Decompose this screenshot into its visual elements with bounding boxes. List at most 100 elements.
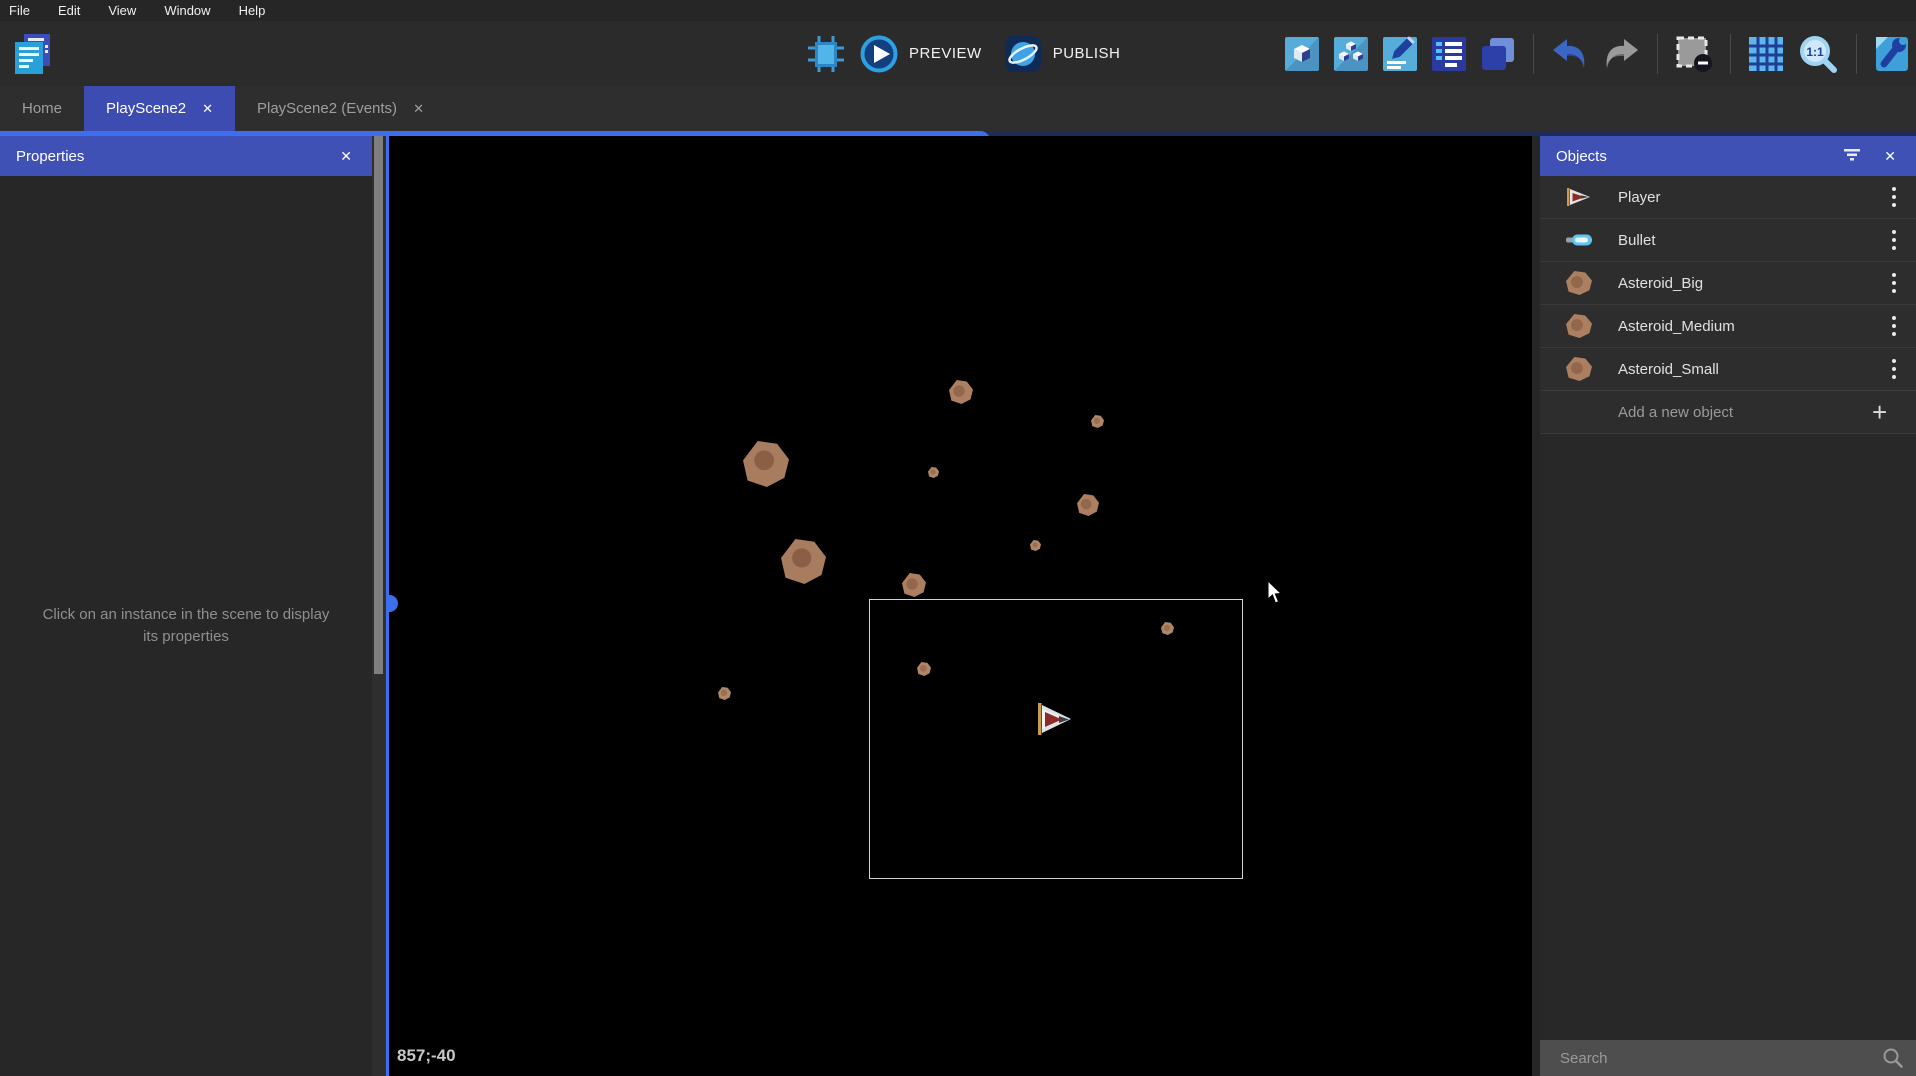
object-menu-icon[interactable]	[1880, 273, 1916, 293]
asteroid-instance[interactable]	[743, 441, 789, 487]
tab-label: PlayScene2 (Events)	[257, 100, 397, 117]
object-name: Asteroid_Small	[1618, 361, 1880, 378]
filter-icon[interactable]	[1838, 146, 1866, 167]
properties-header: Properties ✕	[0, 136, 372, 176]
properties-title: Properties	[16, 148, 84, 165]
object-menu-icon[interactable]	[1880, 359, 1916, 379]
object-name: Player	[1618, 189, 1880, 206]
tab-playscene2-events[interactable]: PlayScene2 (Events) ✕	[235, 86, 446, 131]
add-object-row[interactable]: Add a new object +	[1540, 391, 1916, 434]
debug-button[interactable]	[806, 34, 846, 74]
edit-scene-icon	[1382, 36, 1418, 72]
tab-playscene2[interactable]: PlayScene2 ✕	[84, 86, 235, 131]
object-row-bullet[interactable]: Bullet	[1540, 219, 1916, 262]
menu-file[interactable]: File	[9, 3, 30, 18]
scene-properties-button[interactable]	[1874, 36, 1910, 72]
properties-panel: Properties ✕ Click on an instance in the…	[0, 136, 372, 1076]
scene-properties-icon	[1874, 36, 1910, 72]
asteroid-icon	[1540, 314, 1618, 338]
player-ship-icon	[1540, 185, 1618, 209]
object-name: Asteroid_Medium	[1618, 318, 1880, 335]
menu-window[interactable]: Window	[164, 3, 210, 18]
object-row-asteroid-big[interactable]: Asteroid_Big	[1540, 262, 1916, 305]
undo-button[interactable]	[1551, 37, 1589, 71]
layers-icon	[1480, 36, 1516, 72]
tab-label: Home	[22, 100, 62, 117]
asteroid-instance[interactable]	[781, 539, 826, 584]
cursor-coordinates: 857;-40	[397, 1046, 456, 1066]
properties-empty-message: Click on an instance in the scene to dis…	[41, 604, 331, 649]
tab-close-icon[interactable]: ✕	[413, 101, 424, 117]
object-menu-icon[interactable]	[1880, 187, 1916, 207]
menu-view[interactable]: View	[108, 3, 136, 18]
deselect-icon	[1675, 35, 1713, 73]
asteroid-instance[interactable]	[928, 467, 939, 478]
objects-search-bar	[1540, 1040, 1916, 1076]
edit-scene-button[interactable]	[1382, 36, 1418, 72]
player-ship[interactable]	[1038, 700, 1074, 738]
object-row-player[interactable]: Player	[1540, 176, 1916, 219]
scene-editor-button[interactable]	[1284, 36, 1320, 72]
preview-label: PREVIEW	[909, 45, 982, 62]
scene-canvas[interactable]: 857;-40	[386, 136, 1532, 1076]
objects-search-input[interactable]	[1560, 1050, 1882, 1067]
project-manager-button[interactable]	[8, 30, 56, 78]
redo-icon	[1602, 37, 1640, 71]
deselect-button[interactable]	[1675, 35, 1713, 73]
objects-list-button[interactable]	[1333, 36, 1369, 72]
toolbar-divider	[1856, 34, 1857, 74]
toolbar-divider	[1730, 34, 1731, 74]
objects-close-icon[interactable]: ✕	[1880, 146, 1900, 167]
object-name: Asteroid_Big	[1618, 275, 1880, 292]
grid-button[interactable]	[1748, 36, 1784, 72]
menu-help[interactable]: Help	[239, 3, 266, 18]
objects-panel: Objects ✕ Player	[1540, 136, 1916, 1076]
tab-home[interactable]: Home	[0, 86, 84, 131]
svg-text:1:1: 1:1	[1806, 45, 1824, 59]
menu-bar: File Edit View Window Help	[0, 0, 1916, 21]
object-row-asteroid-small[interactable]: Asteroid_Small	[1540, 348, 1916, 391]
object-menu-icon[interactable]	[1880, 230, 1916, 250]
zoom-1-1-icon: 1:1	[1797, 33, 1839, 75]
toolbar-divider	[1533, 34, 1534, 74]
asteroid-instance[interactable]	[1091, 415, 1104, 428]
undo-icon	[1551, 37, 1589, 71]
add-object-plus-icon[interactable]: +	[1872, 397, 1916, 428]
publish-label: PUBLISH	[1053, 45, 1121, 62]
asteroid-instance[interactable]	[949, 380, 973, 404]
asteroid-icon	[1540, 357, 1618, 381]
object-menu-icon[interactable]	[1880, 316, 1916, 336]
preview-play-icon	[859, 34, 899, 74]
grid-icon	[1748, 36, 1784, 72]
add-object-label: Add a new object	[1540, 404, 1872, 421]
events-sheet-button[interactable]	[1431, 36, 1467, 72]
menu-edit[interactable]: Edit	[58, 3, 80, 18]
objects-list-icon	[1333, 36, 1369, 72]
object-row-asteroid-medium[interactable]: Asteroid_Medium	[1540, 305, 1916, 348]
asteroid-instance[interactable]	[1077, 494, 1099, 516]
toolbar-divider	[1657, 34, 1658, 74]
properties-body: Click on an instance in the scene to dis…	[0, 176, 372, 1076]
publish-globe-icon	[1003, 34, 1043, 74]
mouse-cursor	[1267, 581, 1284, 605]
search-icon	[1882, 1047, 1904, 1069]
tab-close-icon[interactable]: ✕	[202, 101, 213, 117]
asteroid-icon	[1540, 271, 1618, 295]
publish-button[interactable]: PUBLISH	[1003, 34, 1121, 74]
tab-bar: Home PlayScene2 ✕ PlayScene2 (Events) ✕	[0, 86, 1916, 131]
asteroid-instance[interactable]	[1030, 540, 1041, 551]
debug-icon	[806, 34, 846, 74]
scene-layer	[389, 136, 1532, 1076]
preview-button[interactable]: PREVIEW	[859, 34, 982, 74]
objects-header: Objects ✕	[1540, 136, 1916, 176]
asteroid-instance[interactable]	[718, 687, 731, 700]
tab-label: PlayScene2	[106, 100, 186, 117]
layers-button[interactable]	[1480, 36, 1516, 72]
asteroid-instance[interactable]	[902, 573, 926, 597]
properties-close-icon[interactable]: ✕	[336, 146, 356, 167]
properties-scrollbar[interactable]	[372, 136, 386, 1076]
zoom-1-1-button[interactable]: 1:1	[1797, 33, 1839, 75]
properties-scrollbar-thumb[interactable]	[374, 136, 383, 674]
scene-editor-icon	[1284, 36, 1320, 72]
redo-button[interactable]	[1602, 37, 1640, 71]
